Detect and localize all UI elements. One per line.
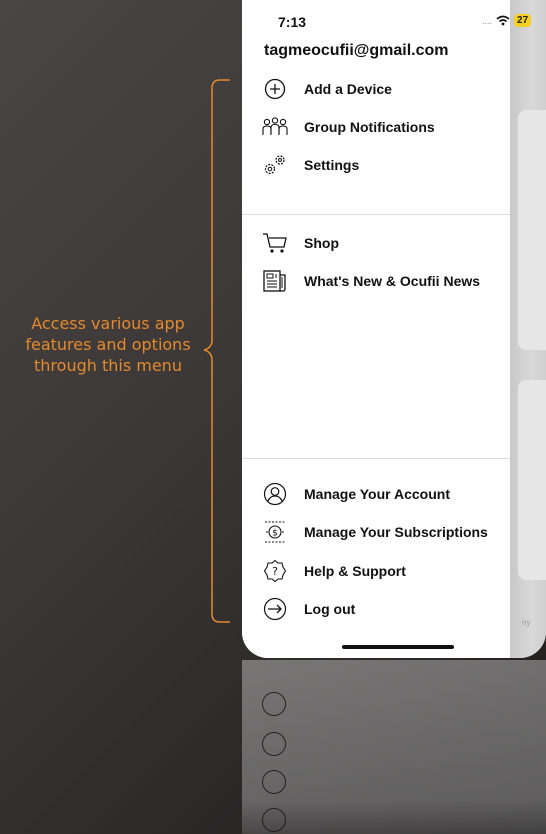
battery-badge: 27 xyxy=(514,14,532,27)
cart-icon xyxy=(262,230,288,256)
status-indicators: .... 27 xyxy=(482,14,532,27)
subscription-icon: $ xyxy=(262,519,288,545)
account-email: tagmeocufii@gmail.com xyxy=(264,42,449,59)
user-circle-icon-reflection xyxy=(262,808,286,832)
menu-item-help-support[interactable]: ? Help & Support xyxy=(262,556,406,586)
menu-item-label: Manage Your Subscriptions xyxy=(304,524,488,540)
menu-item-settings[interactable]: Settings xyxy=(262,150,359,180)
menu-item-label: Log out xyxy=(304,601,356,617)
status-time: 7:13 xyxy=(278,14,307,30)
newspaper-icon xyxy=(262,268,288,294)
plus-circle-icon xyxy=(262,76,288,102)
menu-item-label: Manage Your Account xyxy=(304,486,450,502)
group-people-icon xyxy=(262,114,288,140)
logout-icon xyxy=(262,596,288,622)
menu-item-label: Group Notifications xyxy=(304,119,435,135)
menu-item-whats-new[interactable]: What's New & Ocufii News xyxy=(262,266,480,296)
svg-text:$: $ xyxy=(272,529,278,539)
menu-divider xyxy=(242,458,510,459)
menu-item-label: What's New & Ocufii News xyxy=(304,273,481,289)
background-screen: ny xyxy=(510,0,546,658)
logout-icon-reflection xyxy=(262,692,286,716)
menu-item-add-device[interactable]: Add a Device xyxy=(262,74,392,104)
menu-divider xyxy=(242,214,510,215)
user-circle-icon xyxy=(262,481,288,507)
signal-dots: .... xyxy=(482,15,493,26)
phone-screen: ny 7:13 .... 27 tagmeocufii@gmail.com Ad… xyxy=(242,0,546,658)
question-icon-reflection xyxy=(262,732,286,756)
subscription-icon-reflection xyxy=(262,770,286,794)
menu-item-label: Help & Support xyxy=(304,563,406,579)
background-tab-label: ny xyxy=(522,618,531,627)
menu-item-log-out[interactable]: Log out xyxy=(262,594,355,624)
menu-item-label: Shop xyxy=(304,235,339,251)
gears-icon xyxy=(262,152,288,178)
menu-item-group-notifications[interactable]: Group Notifications xyxy=(262,112,435,142)
menu-item-manage-account[interactable]: Manage Your Account xyxy=(262,479,450,509)
wifi-icon xyxy=(496,15,510,26)
menu-item-manage-subscriptions[interactable]: $ Manage Your Subscriptions xyxy=(262,517,488,547)
svg-text:?: ? xyxy=(272,565,278,578)
annotation-callout: Access various app features and options … xyxy=(25,314,191,375)
phone-reflection xyxy=(242,660,546,834)
side-menu: 7:13 .... 27 tagmeocufii@gmail.com Add a… xyxy=(242,0,532,658)
menu-item-label: Add a Device xyxy=(304,81,392,97)
menu-item-shop[interactable]: Shop xyxy=(262,228,339,258)
menu-item-label: Settings xyxy=(304,157,360,173)
annotation-bracket xyxy=(203,79,230,623)
home-indicator xyxy=(342,645,454,649)
question-icon: ? xyxy=(262,558,288,584)
